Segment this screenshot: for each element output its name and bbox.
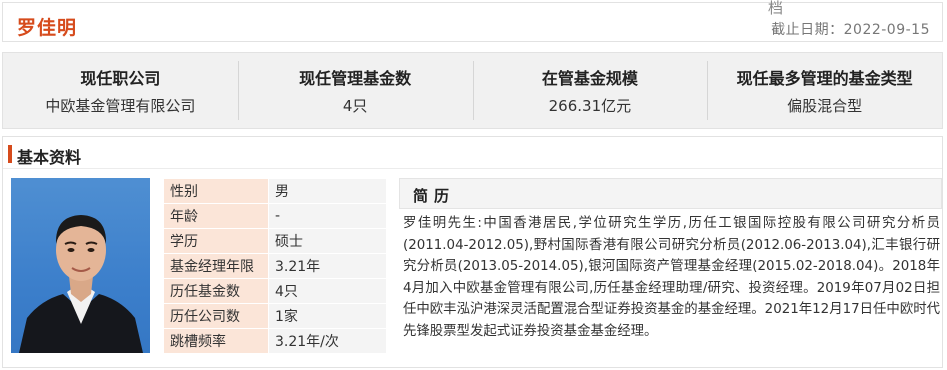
stat-current-company: 现任职公司 中欧基金管理有限公司 <box>3 53 238 128</box>
portrait-image <box>19 215 143 353</box>
as-of-date: 截止日期：2022-09-15 <box>771 22 930 38</box>
table-row: 性别 男 <box>163 178 387 204</box>
table-row: 年龄 - <box>163 203 387 229</box>
table-row: 基金经理年限 3.21年 <box>163 253 387 279</box>
field-key: 性别 <box>163 178 269 204</box>
basic-info-table: 性别 男 年龄 - 学历 硕士 基金经理年限 3.21年 历任基金数 4只 历任… <box>163 178 387 354</box>
summary-stats: 现任职公司 中欧基金管理有限公司 现任管理基金数 4只 在管基金规模 266.3… <box>2 52 943 129</box>
stat-label: 现任最多管理的基金类型 <box>736 69 913 88</box>
page-header: 罗佳明 档 截止日期：2022-09-15 <box>2 0 943 42</box>
archive-label: 档 <box>768 0 784 17</box>
stat-label: 现任管理基金数 <box>299 69 412 88</box>
field-value: 4只 <box>268 278 387 304</box>
stat-aum: 在管基金规模 266.31亿元 <box>472 53 708 128</box>
panel-title-bar: 基本资料 <box>3 137 942 169</box>
stat-value: 4只 <box>342 97 368 115</box>
field-key: 基金经理年限 <box>163 253 269 279</box>
table-row: 历任基金数 4只 <box>163 278 387 304</box>
stat-value: 偏股混合型 <box>787 97 863 115</box>
manager-photo <box>11 178 150 353</box>
stat-value: 266.31亿元 <box>548 97 632 115</box>
stat-label: 现任职公司 <box>80 69 161 88</box>
field-value: 硕士 <box>268 228 387 254</box>
field-value: 3.21年 <box>268 253 387 279</box>
field-key: 学历 <box>163 228 269 254</box>
panel-title: 基本资料 <box>17 148 82 167</box>
basic-info-panel: 基本资料 性别 男 年龄 - 学历 硕士 基金经理年限 3.21年 历任基金数 … <box>2 136 943 368</box>
resume-header: 简历 <box>399 178 942 209</box>
field-key: 跳槽频率 <box>163 328 269 354</box>
field-value: 1家 <box>268 303 387 329</box>
resume-section: 简历 罗佳明先生:中国香港居民,学位研究生学历,历任工银国际控股有限公司研究分析… <box>399 178 942 358</box>
table-row: 学历 硕士 <box>163 228 387 254</box>
stat-label: 在管基金规模 <box>541 69 638 88</box>
manager-name: 罗佳明 <box>17 17 78 39</box>
table-row: 历任公司数 1家 <box>163 303 387 329</box>
field-key: 年龄 <box>163 203 269 229</box>
stat-main-fund-type: 现任最多管理的基金类型 偏股混合型 <box>707 53 942 128</box>
field-value: 男 <box>268 178 387 204</box>
stat-current-fund-count: 现任管理基金数 4只 <box>237 53 473 128</box>
table-row: 跳槽频率 3.21年/次 <box>163 328 387 354</box>
field-key: 历任基金数 <box>163 278 269 304</box>
resume-title: 简历 <box>413 187 456 205</box>
field-value: 3.21年/次 <box>268 328 387 354</box>
stat-value: 中欧基金管理有限公司 <box>45 97 196 115</box>
field-value: - <box>268 203 387 229</box>
field-key: 历任公司数 <box>163 303 269 329</box>
resume-text: 罗佳明先生:中国香港居民,学位研究生学历,历任工银国际控股有限公司研究分析员(2… <box>403 216 940 339</box>
